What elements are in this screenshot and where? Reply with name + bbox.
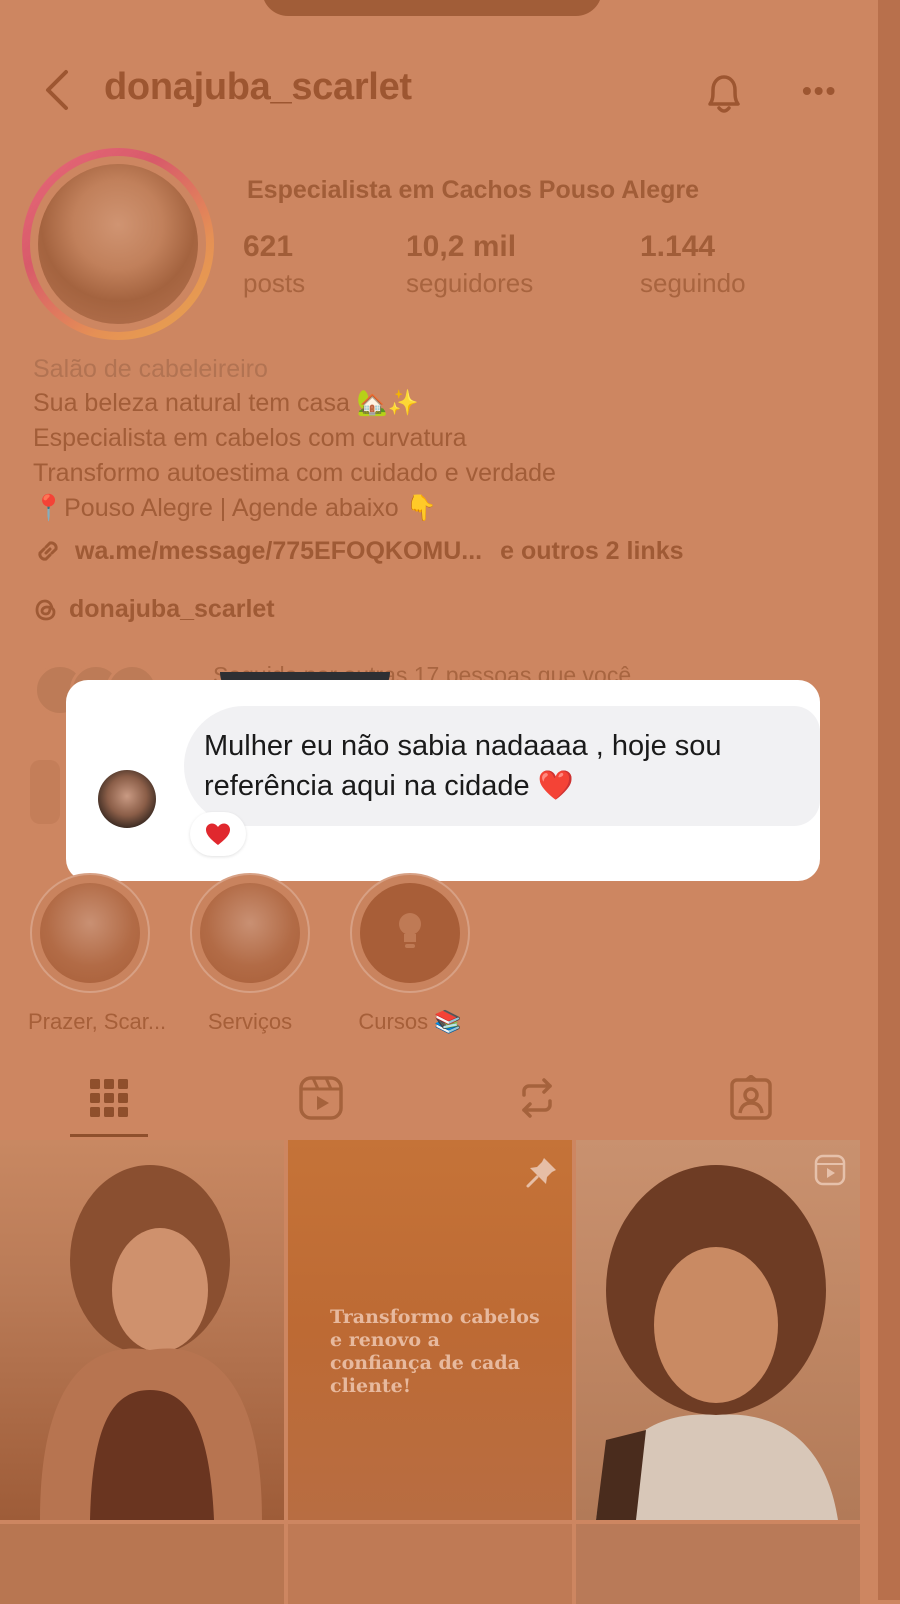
reels-icon[interactable]: [298, 1075, 344, 1121]
comment-text: Mulher eu não sabia nadaaaa , hoje sou r…: [204, 730, 722, 802]
active-tab-indicator: [70, 1134, 148, 1137]
background-button: [30, 760, 60, 824]
post-thumbnail[interactable]: [0, 1524, 284, 1604]
stat-posts-value: 621: [243, 230, 294, 263]
bio-link[interactable]: wa.me/message/775EFOQKOMU...: [75, 537, 482, 566]
bio-line: Transformo autoestima com cuidado e verd…: [33, 459, 556, 487]
highlight-label: Cursos 📚: [358, 1009, 462, 1034]
story-highlight[interactable]: Serviços: [188, 873, 312, 1035]
lightbulb-icon: [399, 913, 421, 948]
dynamic-island: [262, 0, 602, 16]
reels-icon: [814, 1154, 846, 1186]
profile-category: Salão de cabeleireiro: [33, 355, 268, 383]
highlight-label: Serviços: [207, 1009, 293, 1034]
repost-icon[interactable]: [514, 1075, 560, 1121]
stat-followers[interactable]: 10,2 mil seguidores: [406, 230, 533, 299]
tagged-icon[interactable]: [728, 1075, 774, 1121]
highlight-cover: [200, 883, 300, 983]
stat-followers-value: 10,2 mil: [406, 230, 517, 263]
profile-display-name: Especialista em Cachos Pouso Alegre: [247, 176, 700, 204]
stat-posts[interactable]: 621 posts: [243, 230, 305, 299]
highlight-cover: [40, 883, 140, 983]
bell-icon[interactable]: [702, 70, 746, 116]
comment-avatar: [98, 770, 156, 828]
heart-reaction: [190, 812, 246, 856]
post-thumbnail[interactable]: [576, 1524, 860, 1604]
stat-followers-label: seguidores: [406, 268, 534, 298]
story-highlight[interactable]: Cursos 📚: [348, 873, 472, 1035]
threads-badge[interactable]: donajuba_scarlet: [33, 595, 275, 624]
post-image: [596, 1165, 838, 1520]
highlight-label: Prazer, Scar...: [28, 1009, 167, 1034]
post-thumbnail[interactable]: [0, 1140, 284, 1520]
message-bubble: Mulher eu não sabia nadaaaa , hoje sou r…: [184, 706, 820, 826]
story-highlight[interactable]: Prazer, Scar...: [28, 873, 167, 1035]
threads-icon: [35, 599, 56, 620]
post-thumbnail[interactable]: [576, 1140, 860, 1520]
pinned-post-thumbnail[interactable]: Transformo cabelos e renovo a confiança …: [288, 1140, 572, 1520]
link-icon: [38, 541, 58, 561]
stat-following-label: seguindo: [640, 268, 746, 298]
profile-avatar-story-ring[interactable]: [22, 148, 214, 340]
threads-handle: donajuba_scarlet: [69, 595, 275, 623]
stat-posts-label: posts: [243, 268, 306, 298]
heart-icon: [206, 823, 230, 845]
more-links[interactable]: e outros 2 links: [500, 537, 683, 566]
comment-card: Mulher eu não sabia nadaaaa , hoje sou r…: [66, 680, 820, 881]
grid-icon[interactable]: [86, 1075, 132, 1121]
bio-line: 📍Pouso Alegre | Agende abaixo 👇: [33, 494, 437, 522]
screen-edge: [878, 0, 900, 1600]
post-thumbnail[interactable]: [288, 1524, 572, 1604]
bio-links[interactable]: wa.me/message/775EFOQKOMU... e outros 2 …: [33, 536, 684, 566]
post-image: [40, 1165, 262, 1520]
pin-icon: [526, 1158, 556, 1188]
bio-line: Sua beleza natural tem casa 🏡✨: [33, 389, 420, 417]
avatar: [38, 164, 198, 324]
profile-username: donajuba_scarlet: [104, 66, 412, 108]
post-caption-overlay: Transformo cabelos e renovo a confiança …: [330, 1306, 540, 1397]
back-chevron-icon[interactable]: [40, 68, 80, 112]
more-options-icon[interactable]: •••: [802, 77, 837, 105]
stat-following-value: 1.144: [640, 230, 716, 263]
stat-following[interactable]: 1.144 seguindo: [640, 230, 746, 299]
bio-line: Especialista em cabelos com curvatura: [33, 424, 467, 452]
